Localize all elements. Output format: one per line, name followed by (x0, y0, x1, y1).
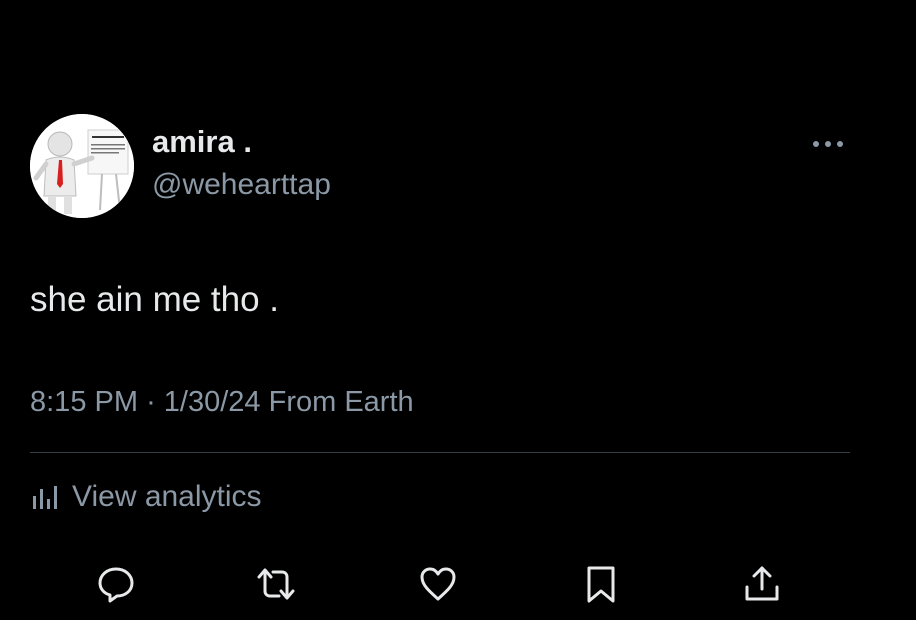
bookmark-button[interactable] (579, 562, 623, 606)
author-display-name[interactable]: amira . (152, 124, 252, 160)
view-analytics-label: View analytics (72, 480, 262, 513)
bar-chart-icon (33, 486, 57, 509)
meta-separator: · (146, 386, 156, 418)
tweet-time[interactable]: 8:15 PM (30, 386, 138, 418)
more-options-button[interactable] (808, 132, 848, 156)
divider (30, 452, 850, 453)
reply-button[interactable] (94, 562, 138, 606)
like-button[interactable] (416, 562, 460, 606)
avatar-image (30, 114, 134, 218)
more-horizontal-icon (813, 141, 843, 147)
tweet-meta: 8:15 PM · 1/30/24 From Earth (30, 386, 414, 419)
author-handle[interactable]: @wehearttap (152, 168, 331, 202)
tweet-detail: amira . @wehearttap she ain me tho . 8:1… (0, 0, 916, 620)
tweet-date[interactable]: 1/30/24 (164, 386, 261, 418)
heart-icon (420, 567, 456, 601)
bookmark-icon (587, 566, 615, 603)
tweet-text: she ain me tho . (30, 280, 280, 319)
reply-bubble-icon (98, 567, 134, 603)
share-upload-icon (745, 566, 779, 601)
tweet-source: From Earth (268, 386, 414, 418)
retweet-icon (257, 568, 295, 600)
share-button[interactable] (740, 562, 784, 606)
avatar[interactable] (30, 114, 134, 218)
view-analytics-button[interactable]: View analytics (30, 480, 262, 514)
retweet-button[interactable] (254, 562, 298, 606)
